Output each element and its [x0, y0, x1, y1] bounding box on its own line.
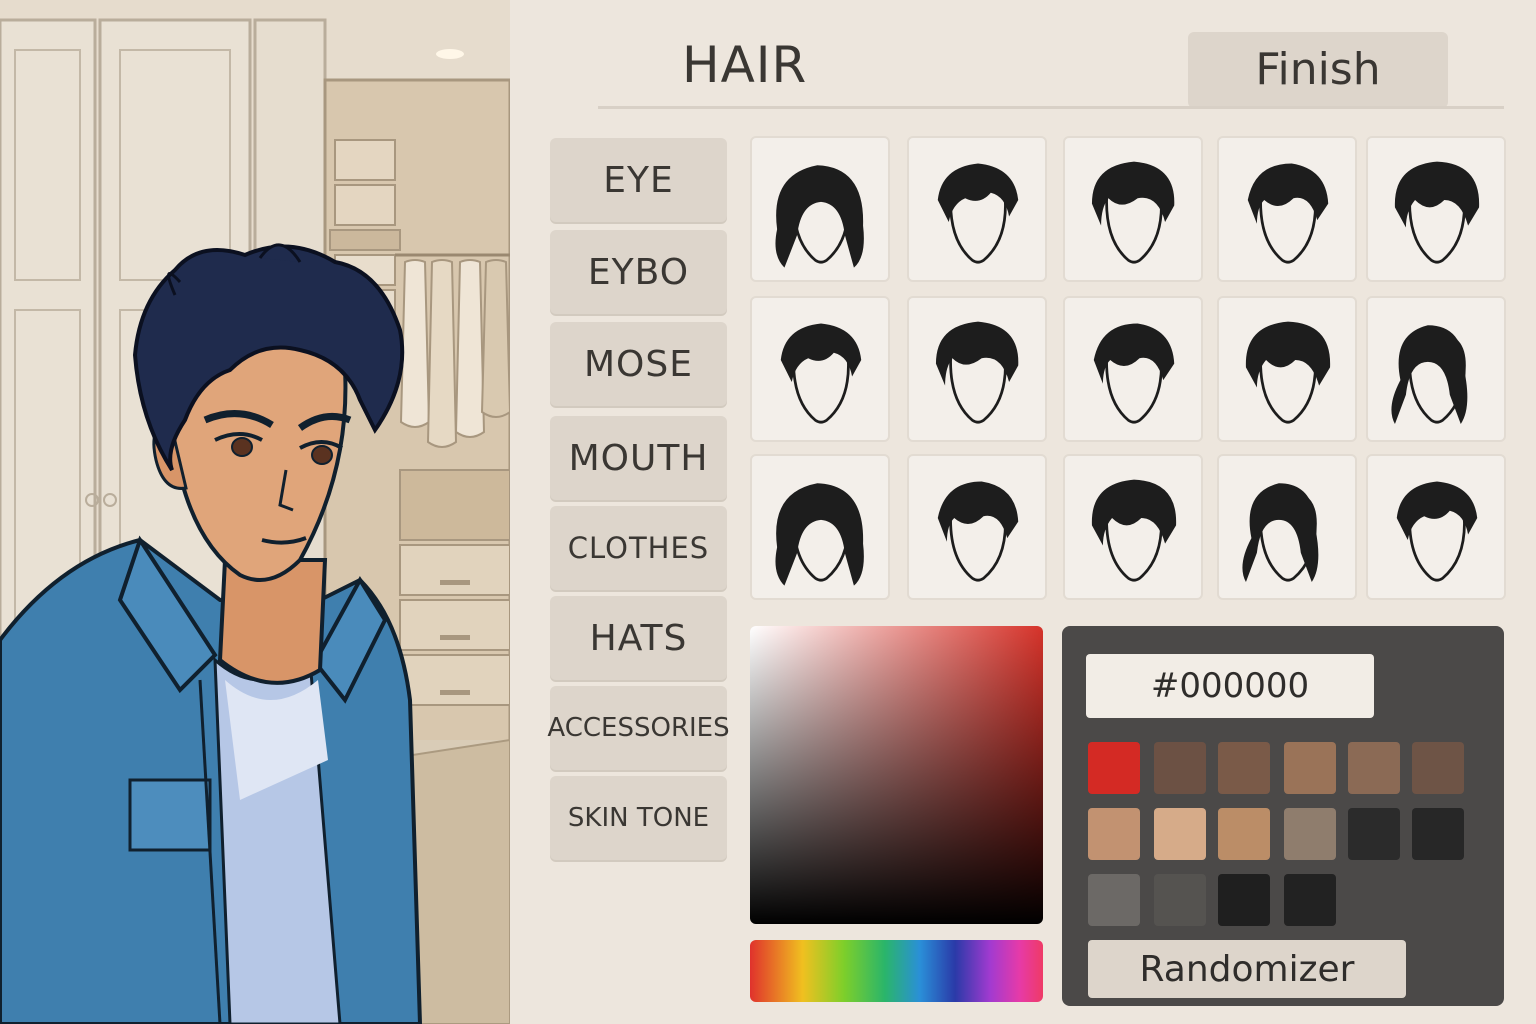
hair-style-tile[interactable]	[1366, 136, 1506, 282]
category-nose-button[interactable]: MOSE	[550, 322, 727, 406]
hair-silhouette-icon	[780, 323, 862, 424]
color-swatch[interactable]	[1284, 874, 1336, 926]
category-eye-button[interactable]: EYE	[550, 138, 727, 222]
swatch-panel: #000000 Randomizer	[1062, 626, 1504, 1006]
category-eyebrow-button[interactable]: EYBO	[550, 230, 727, 314]
color-swatch[interactable]	[1348, 808, 1400, 860]
hair-style-tile[interactable]	[1217, 136, 1357, 282]
hair-silhouette-icon	[1242, 483, 1319, 583]
hair-silhouette-icon	[1247, 163, 1329, 264]
finish-button[interactable]: Finish	[1188, 32, 1448, 108]
color-swatch[interactable]	[1088, 742, 1140, 794]
hair-style-tile[interactable]	[907, 136, 1047, 282]
color-swatch[interactable]	[1088, 808, 1140, 860]
hair-silhouette-icon	[1091, 479, 1177, 582]
color-swatch[interactable]	[1284, 742, 1336, 794]
hair-silhouette-icon	[1245, 321, 1331, 424]
color-swatch[interactable]	[1088, 874, 1140, 926]
hair-silhouette-icon	[937, 481, 1019, 582]
hue-slider[interactable]	[750, 940, 1043, 1002]
color-swatch[interactable]	[1348, 742, 1400, 794]
hair-style-tile[interactable]	[1217, 296, 1357, 442]
category-clothes-button[interactable]: CLOTHES	[550, 506, 727, 590]
hair-silhouette-icon	[1091, 161, 1175, 264]
hair-style-tile[interactable]	[750, 296, 890, 442]
hair-silhouette-icon	[1396, 481, 1478, 582]
character-preview	[0, 0, 510, 1024]
hair-silhouette-icon	[937, 163, 1019, 264]
hair-silhouette-icon	[1394, 161, 1480, 264]
category-hats-button[interactable]: HATS	[550, 596, 727, 680]
category-skin-tone-button[interactable]: SKIN TONE	[550, 776, 727, 860]
hair-style-tile[interactable]	[1366, 296, 1506, 442]
hair-style-tile[interactable]	[907, 454, 1047, 600]
hair-silhouette-icon	[1391, 325, 1468, 425]
hair-style-tile[interactable]	[1217, 454, 1357, 600]
category-accessories-button[interactable]: ACCESSORIES	[547, 686, 730, 770]
color-swatch[interactable]	[1412, 742, 1464, 794]
category-mouth-button[interactable]: MOUTH	[550, 416, 727, 500]
hex-color-field[interactable]: #000000	[1086, 654, 1374, 718]
section-title: HAIR	[682, 36, 808, 94]
color-swatch[interactable]	[1154, 742, 1206, 794]
color-swatch[interactable]	[1154, 808, 1206, 860]
hair-style-tile[interactable]	[1063, 296, 1203, 442]
hair-style-tile[interactable]	[907, 296, 1047, 442]
color-swatch[interactable]	[1284, 808, 1336, 860]
hair-style-tile[interactable]	[750, 454, 890, 600]
hair-silhouette-icon	[1093, 323, 1175, 424]
hair-style-tile[interactable]	[1063, 136, 1203, 282]
hair-silhouette-icon	[775, 165, 864, 268]
character-illustration	[0, 0, 510, 1024]
color-swatch[interactable]	[1218, 808, 1270, 860]
hair-style-tile[interactable]	[1063, 454, 1203, 600]
hair-silhouette-icon	[775, 483, 864, 586]
color-swatch[interactable]	[1412, 808, 1464, 860]
color-swatch[interactable]	[1218, 874, 1270, 926]
hair-style-tile[interactable]	[750, 136, 890, 282]
hair-silhouette-icon	[935, 321, 1019, 424]
color-swatch[interactable]	[1154, 874, 1206, 926]
hair-style-tile[interactable]	[1366, 454, 1506, 600]
header-divider	[598, 106, 1504, 109]
customization-panel: HAIR Finish EYE EYBO MOSE MOUTH CLOTHES …	[510, 0, 1536, 1024]
randomizer-button[interactable]: Randomizer	[1088, 940, 1406, 998]
color-swatch[interactable]	[1218, 742, 1270, 794]
saturation-value-picker[interactable]	[750, 626, 1043, 924]
